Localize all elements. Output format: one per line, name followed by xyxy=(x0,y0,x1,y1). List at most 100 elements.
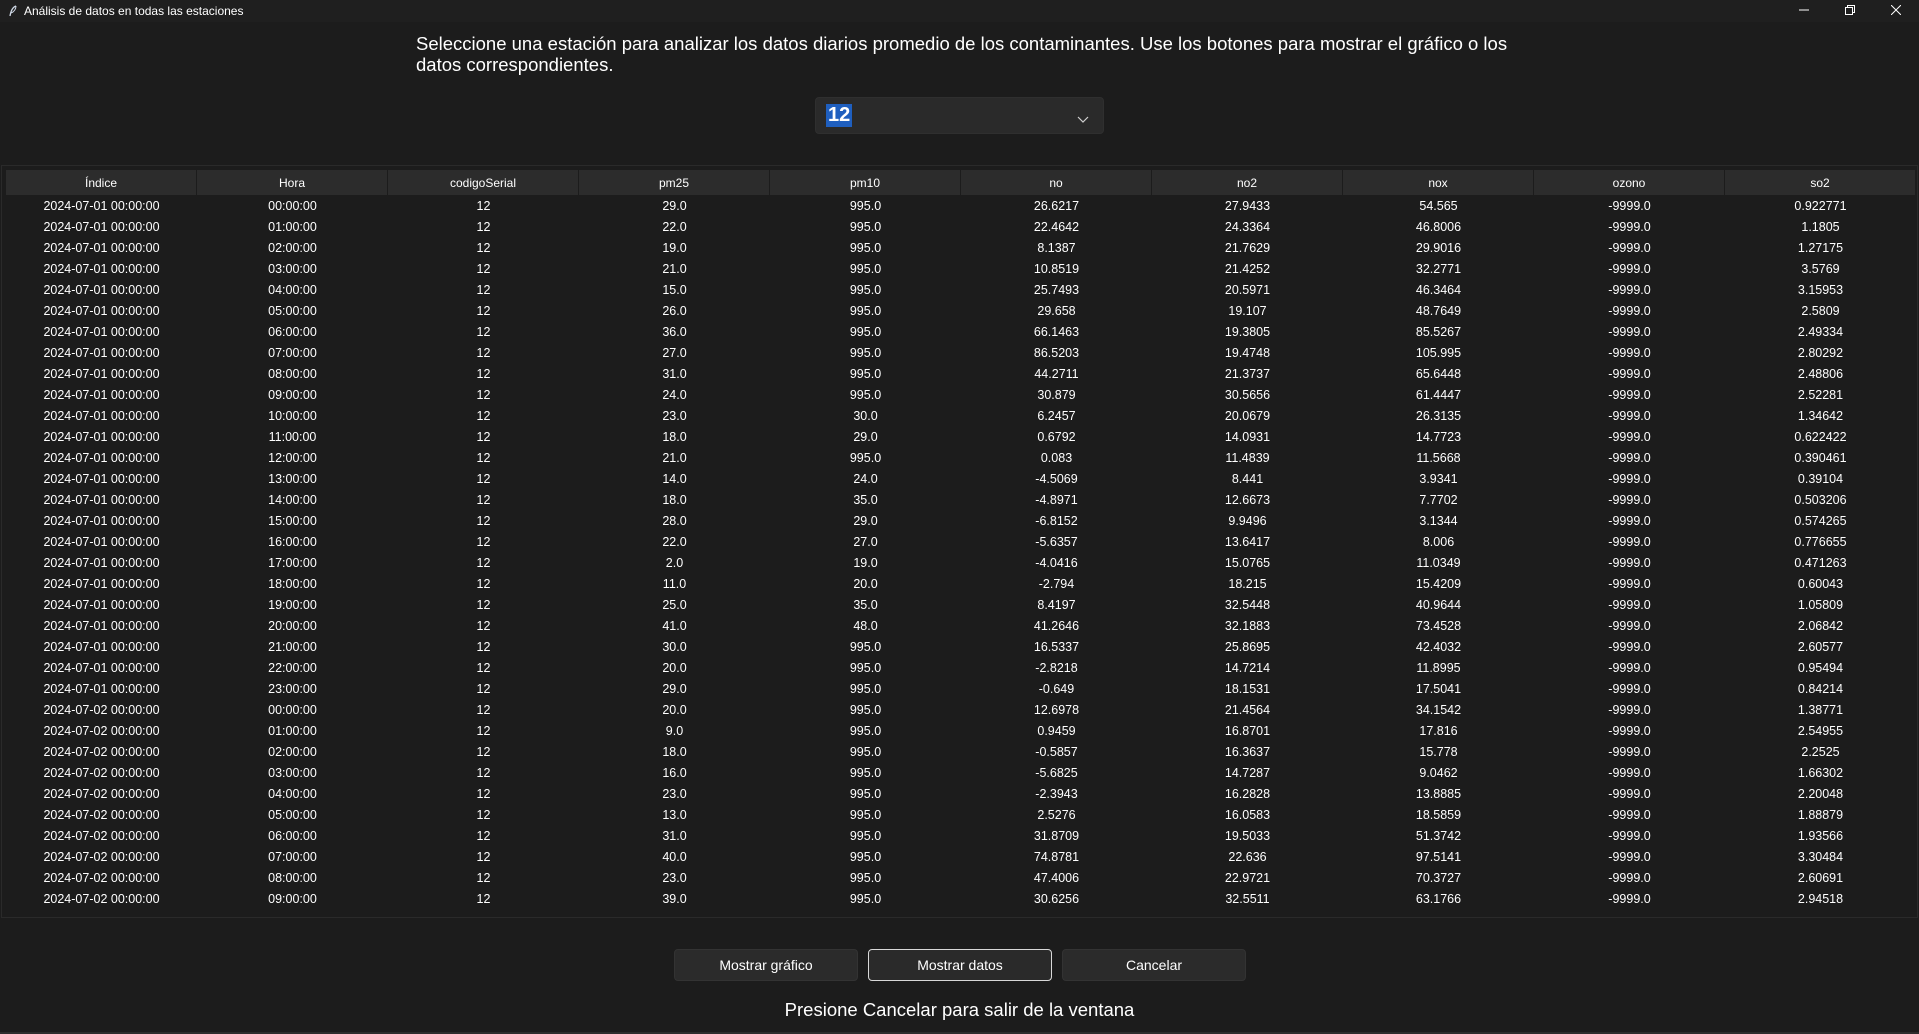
table-cell[interactable]: 48.0 xyxy=(770,615,961,636)
table-cell[interactable]: 12 xyxy=(388,447,579,468)
table-cell[interactable]: 12 xyxy=(388,531,579,552)
table-cell[interactable]: -2.3943 xyxy=(961,783,1152,804)
table-cell[interactable]: 8.006 xyxy=(1343,531,1534,552)
table-cell[interactable]: 2.20048 xyxy=(1725,783,1916,804)
table-cell[interactable]: -9999.0 xyxy=(1534,783,1725,804)
table-cell[interactable]: 41.2646 xyxy=(961,615,1152,636)
table-row[interactable]: 2024-07-01 00:00:00 13:00:00 12 14.0 24.0 -4.… xyxy=(6,468,1916,489)
table-cell[interactable]: 995.0 xyxy=(770,888,961,909)
table-cell[interactable]: 19.4748 xyxy=(1152,342,1343,363)
table-cell[interactable]: 0.471263 xyxy=(1725,552,1916,573)
table-cell[interactable]: 05:00:00 xyxy=(197,804,388,825)
table-cell[interactable]: 14.0931 xyxy=(1152,426,1343,447)
table-cell[interactable]: 42.4032 xyxy=(1343,636,1534,657)
table-cell[interactable]: 21.4252 xyxy=(1152,258,1343,279)
table-cell[interactable]: 0.84214 xyxy=(1725,678,1916,699)
table-cell[interactable]: 2024-07-01 00:00:00 xyxy=(6,552,197,573)
table-cell[interactable]: 32.5511 xyxy=(1152,888,1343,909)
table-cell[interactable]: 12 xyxy=(388,636,579,657)
table-cell[interactable]: 995.0 xyxy=(770,384,961,405)
table-cell[interactable]: 2024-07-02 00:00:00 xyxy=(6,783,197,804)
table-cell[interactable]: -9999.0 xyxy=(1534,888,1725,909)
table-cell[interactable]: 08:00:00 xyxy=(197,867,388,888)
table-cell[interactable]: 995.0 xyxy=(770,762,961,783)
table-row[interactable]: 2024-07-01 00:00:00 10:00:00 12 23.0 30.0 6.2… xyxy=(6,405,1916,426)
table-cell[interactable]: 2024-07-01 00:00:00 xyxy=(6,300,197,321)
table-cell[interactable]: 00:00:00 xyxy=(197,699,388,720)
table-cell[interactable]: 11.8995 xyxy=(1343,657,1534,678)
column-header[interactable]: nox xyxy=(1343,170,1534,195)
table-row[interactable]: 2024-07-02 00:00:00 04:00:00 12 23.0 995.0 -2… xyxy=(6,783,1916,804)
table-row[interactable]: 2024-07-01 00:00:00 18:00:00 12 11.0 20.0 -2.… xyxy=(6,573,1916,594)
table-cell[interactable]: 20.0 xyxy=(770,573,961,594)
table-cell[interactable]: 15.0 xyxy=(579,279,770,300)
table-cell[interactable]: 995.0 xyxy=(770,363,961,384)
table-cell[interactable]: -9999.0 xyxy=(1534,342,1725,363)
table-cell[interactable]: 12 xyxy=(388,720,579,741)
table-cell[interactable]: 3.5769 xyxy=(1725,258,1916,279)
table-cell[interactable]: 2.48806 xyxy=(1725,363,1916,384)
table-cell[interactable]: 15:00:00 xyxy=(197,510,388,531)
table-cell[interactable]: -9999.0 xyxy=(1534,258,1725,279)
table-cell[interactable]: 14.7723 xyxy=(1343,426,1534,447)
table-row[interactable]: 2024-07-02 00:00:00 05:00:00 12 13.0 995.0 2.… xyxy=(6,804,1916,825)
table-cell[interactable]: 41.0 xyxy=(579,615,770,636)
table-cell[interactable]: 20.0 xyxy=(579,657,770,678)
table-cell[interactable]: 17:00:00 xyxy=(197,552,388,573)
table-cell[interactable]: 18.1531 xyxy=(1152,678,1343,699)
table-cell[interactable]: 10:00:00 xyxy=(197,405,388,426)
table-cell[interactable]: 995.0 xyxy=(770,699,961,720)
table-cell[interactable]: 05:00:00 xyxy=(197,300,388,321)
table-cell[interactable]: 16.8701 xyxy=(1152,720,1343,741)
table-cell[interactable]: 39.0 xyxy=(579,888,770,909)
table-cell[interactable]: 1.88879 xyxy=(1725,804,1916,825)
table-row[interactable]: 2024-07-01 00:00:00 20:00:00 12 41.0 48.0 41.… xyxy=(6,615,1916,636)
table-cell[interactable]: 12 xyxy=(388,321,579,342)
table-cell[interactable]: 12 xyxy=(388,342,579,363)
table-cell[interactable]: 21.3737 xyxy=(1152,363,1343,384)
table-cell[interactable]: 12 xyxy=(388,195,579,216)
table-cell[interactable]: 2.80292 xyxy=(1725,342,1916,363)
table-cell[interactable]: 2024-07-01 00:00:00 xyxy=(6,279,197,300)
table-cell[interactable]: 30.879 xyxy=(961,384,1152,405)
table-cell[interactable]: 995.0 xyxy=(770,237,961,258)
table-cell[interactable]: 14.0 xyxy=(579,468,770,489)
table-cell[interactable]: 12 xyxy=(388,825,579,846)
table-cell[interactable]: 23.0 xyxy=(579,783,770,804)
table-cell[interactable]: 12 xyxy=(388,237,579,258)
table-cell[interactable]: 2024-07-02 00:00:00 xyxy=(6,825,197,846)
table-cell[interactable]: -9999.0 xyxy=(1534,657,1725,678)
table-cell[interactable]: 06:00:00 xyxy=(197,825,388,846)
table-cell[interactable]: 2024-07-01 00:00:00 xyxy=(6,531,197,552)
table-cell[interactable]: 20.0679 xyxy=(1152,405,1343,426)
table-cell[interactable]: 995.0 xyxy=(770,279,961,300)
table-cell[interactable]: 12 xyxy=(388,489,579,510)
table-cell[interactable]: 09:00:00 xyxy=(197,888,388,909)
column-header[interactable]: Índice xyxy=(6,170,197,195)
table-cell[interactable]: 12 xyxy=(388,426,579,447)
table-cell[interactable]: 2.52281 xyxy=(1725,384,1916,405)
table-cell[interactable]: 03:00:00 xyxy=(197,762,388,783)
table-cell[interactable]: 995.0 xyxy=(770,678,961,699)
table-cell[interactable]: 2024-07-01 00:00:00 xyxy=(6,195,197,216)
table-cell[interactable]: -0.649 xyxy=(961,678,1152,699)
table-row[interactable]: 2024-07-01 00:00:00 12:00:00 12 21.0 995.0 0.… xyxy=(6,447,1916,468)
table-cell[interactable]: 995.0 xyxy=(770,300,961,321)
table-cell[interactable]: 22.0 xyxy=(579,216,770,237)
table-cell[interactable]: 2024-07-02 00:00:00 xyxy=(6,804,197,825)
table-row[interactable]: 2024-07-02 00:00:00 09:00:00 12 39.0 995.0 30… xyxy=(6,888,1916,909)
table-cell[interactable]: 21.0 xyxy=(579,447,770,468)
table-cell[interactable]: 0.503206 xyxy=(1725,489,1916,510)
table-cell[interactable]: 07:00:00 xyxy=(197,342,388,363)
table-cell[interactable]: 995.0 xyxy=(770,195,961,216)
table-cell[interactable]: 1.05809 xyxy=(1725,594,1916,615)
table-cell[interactable]: 30.5656 xyxy=(1152,384,1343,405)
table-cell[interactable]: 18.0 xyxy=(579,489,770,510)
table-cell[interactable]: 31.0 xyxy=(579,825,770,846)
table-cell[interactable]: 9.0462 xyxy=(1343,762,1534,783)
table-cell[interactable]: 97.5141 xyxy=(1343,846,1534,867)
table-cell[interactable]: 29.0 xyxy=(579,195,770,216)
table-cell[interactable]: 04:00:00 xyxy=(197,279,388,300)
table-cell[interactable]: 12 xyxy=(388,783,579,804)
table-cell[interactable]: 2.0 xyxy=(579,552,770,573)
